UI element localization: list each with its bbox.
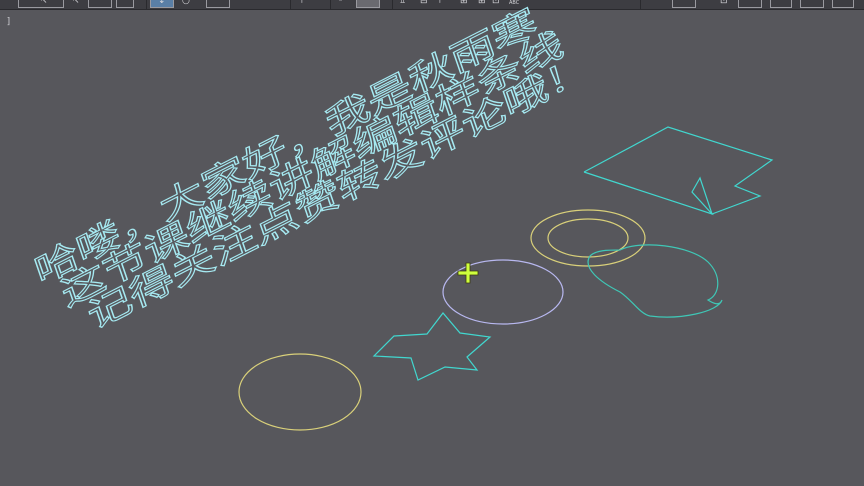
text-line-2: 这节课继续讲解编辑样条线 <box>56 24 568 316</box>
circle-spline[interactable] <box>238 353 362 431</box>
text-shape[interactable]: 哈喽，大家好，我是秋雨寒 这节课继续讲解编辑样条线 记得关注点赞转发评论哦！ <box>29 0 595 355</box>
viewport-scene: 哈喽，大家好，我是秋雨寒 这节课继续讲解编辑样条线 记得关注点赞转发评论哦！ <box>29 0 774 431</box>
freehand-spline[interactable] <box>587 244 723 318</box>
star-spline[interactable] <box>372 312 492 381</box>
donut-inner-ellipse <box>547 218 629 258</box>
ellipse-spline[interactable] <box>442 259 564 325</box>
donut-spline[interactable] <box>530 209 646 267</box>
move-cursor-icon <box>457 262 479 284</box>
rectangle-spline[interactable] <box>583 126 774 216</box>
